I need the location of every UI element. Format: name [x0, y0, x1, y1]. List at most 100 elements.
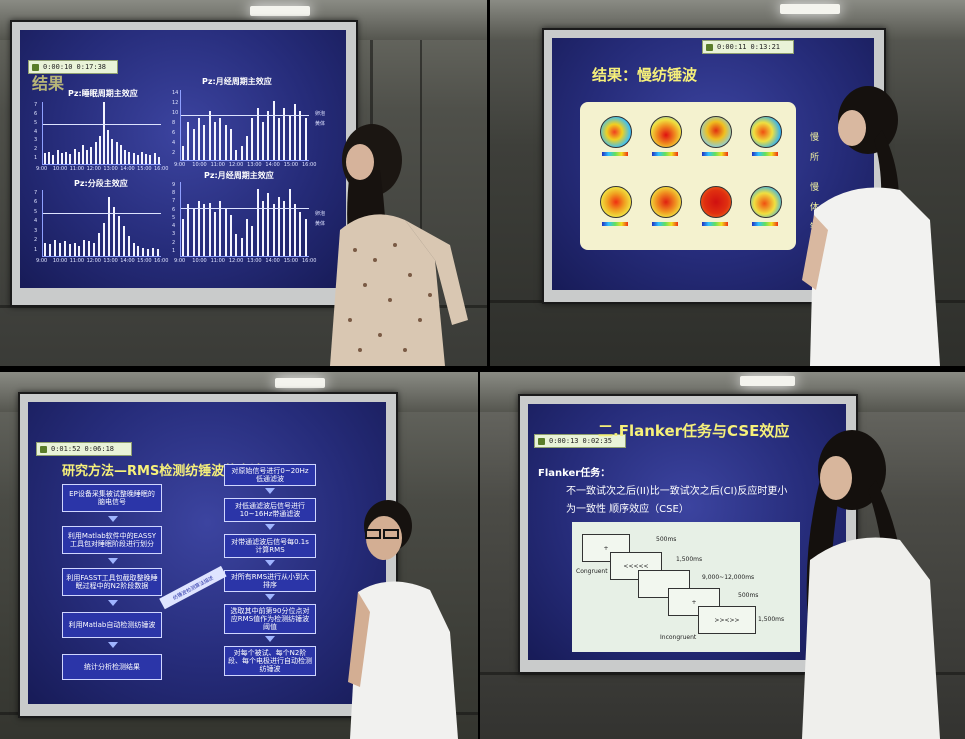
chart-bar	[272, 204, 275, 256]
chart-bar	[182, 146, 184, 160]
down-arrow-icon	[265, 636, 275, 642]
chart-bar	[111, 139, 114, 164]
trial-frame: >><>>	[698, 606, 756, 634]
y-tick-label: 5	[34, 208, 38, 215]
chart-bar	[157, 156, 160, 164]
mean-line	[181, 207, 309, 209]
x-tick-label: 13:00	[247, 162, 262, 168]
chart-bar	[140, 151, 143, 164]
y-tick-label: 6	[34, 110, 38, 117]
chart-bar	[208, 111, 211, 160]
flow-step: EP设备采集被试整晚睡眠的脑电信号	[62, 484, 162, 512]
flow-step: 统计分析检测结果	[62, 654, 162, 680]
diagram-label: Incongruent	[660, 634, 697, 641]
ceiling-light	[780, 4, 840, 14]
flow-step: 利用Matlab软件中的EASSY工具包对睡眠阶段进行划分	[62, 526, 162, 554]
x-tick-label: 12:00	[86, 166, 101, 172]
video-player-bar[interactable]: 0:00:11 0:13:21	[702, 40, 794, 54]
bar-chart-menstrual-2	[180, 182, 309, 257]
chart-bar	[119, 145, 122, 164]
video-player-bar[interactable]: 0:01:52 0:06:18	[36, 442, 132, 456]
chart-title: Pz:分段主效应	[74, 179, 128, 188]
colorbar	[752, 222, 778, 226]
x-tick-label: 15:00	[137, 258, 152, 264]
video-panel-bottom-left: 0:01:52 0:06:18 研究方法—RMS检测纺锤波的方法(1/2) EP…	[0, 372, 478, 739]
chart-bar	[203, 204, 206, 256]
chart-bar	[304, 118, 307, 160]
chart-title: Pz:月经周期主效应	[202, 77, 272, 86]
colorbar	[702, 152, 728, 156]
chart-bar	[52, 154, 55, 164]
chart-bar	[198, 118, 200, 160]
chart-bar	[68, 244, 71, 256]
colorbar	[602, 222, 628, 226]
x-tick-label: 14:00	[120, 258, 135, 264]
topomap-figure	[580, 102, 796, 250]
chart-bar	[65, 151, 68, 164]
x-tick-label: 14:00	[265, 162, 280, 168]
y-tick-label: 2	[34, 146, 38, 153]
chart-bar	[132, 242, 135, 256]
topomap	[650, 116, 682, 148]
elapsed-time: 0:01:52	[51, 445, 81, 453]
x-tick-label: 9:00	[36, 258, 48, 264]
chart-bar	[251, 226, 254, 256]
x-tick-label: 11:00	[69, 258, 85, 264]
chart-bar	[153, 152, 156, 164]
y-tick-label: 6	[34, 199, 38, 206]
x-tick-label: 15:00	[283, 258, 299, 264]
presenter-woman-white-shirt-2	[802, 430, 940, 739]
chart-bar	[63, 241, 66, 256]
play-icon[interactable]	[538, 437, 545, 445]
chart-bar	[48, 244, 51, 256]
x-tick-label: 9:00	[174, 162, 186, 168]
chart-bar	[224, 207, 227, 256]
x-tick-label: 12:00	[228, 258, 244, 264]
chart-bar	[224, 125, 227, 160]
y-tick-label: 9	[172, 182, 176, 188]
chart-bar	[262, 121, 264, 160]
y-tick-label: 12	[172, 100, 179, 106]
chart-bar	[288, 189, 291, 256]
y-tick-label: 4	[34, 128, 38, 135]
chart-title: Pz:月经周期主效应	[204, 171, 274, 180]
slide-title: 结果：慢纺锤波	[592, 66, 698, 84]
chart-bar	[60, 152, 63, 164]
diagonal-arrow-label: 纺锤波检测算法描述	[159, 565, 227, 610]
play-icon[interactable]	[706, 43, 713, 51]
x-tick-label: 9:00	[36, 166, 48, 172]
x-tick-label: 12:00	[86, 258, 101, 264]
play-icon[interactable]	[40, 445, 47, 453]
slide-body-line: 不一致试次之后(II)比一致试次之后(CI)反应时更小	[566, 486, 788, 497]
bar-chart-menstrual	[180, 90, 309, 161]
y-tick-label: 3	[172, 231, 176, 238]
chart-bar	[103, 223, 105, 256]
y-tick-label: 3	[34, 227, 38, 234]
timing-label: 9,000~12,000ms	[702, 574, 755, 581]
colorbar	[652, 222, 678, 226]
y-tick-label: 1	[34, 155, 38, 162]
slide: 0:00:10 0:17:38 结果 Pz:睡眠周期主效应 Pz:月经周期主效应…	[20, 30, 346, 288]
colorbar	[602, 152, 628, 156]
timing-label: 1,500ms	[676, 556, 703, 563]
y-tick-label: 14	[172, 90, 179, 96]
chart-bar	[149, 155, 152, 164]
flow-step: 选取其中前第90分位点对应RMS值作为检测纺锤波阈值	[224, 604, 316, 634]
chart-bar	[124, 150, 127, 164]
topomap	[600, 186, 632, 218]
chart-bar	[136, 154, 139, 164]
chart-bar	[278, 118, 280, 160]
chart-bar	[90, 146, 93, 164]
chart-bar	[56, 150, 59, 164]
chart-bar	[88, 241, 91, 256]
ceiling-light	[740, 376, 795, 386]
x-tick-label: 13:00	[103, 258, 118, 264]
mean-line	[43, 123, 161, 125]
flow-step: 利用FASST工具包截取整晚睡眠过程中的N2阶段数据	[62, 568, 162, 596]
chart-bar	[240, 237, 243, 256]
x-tick-label: 16:00	[154, 258, 169, 264]
chart-bar	[53, 239, 56, 256]
diagram-label: Congruent	[576, 568, 608, 575]
down-arrow-icon	[108, 642, 118, 648]
total-time: 0:13:21	[750, 43, 781, 51]
